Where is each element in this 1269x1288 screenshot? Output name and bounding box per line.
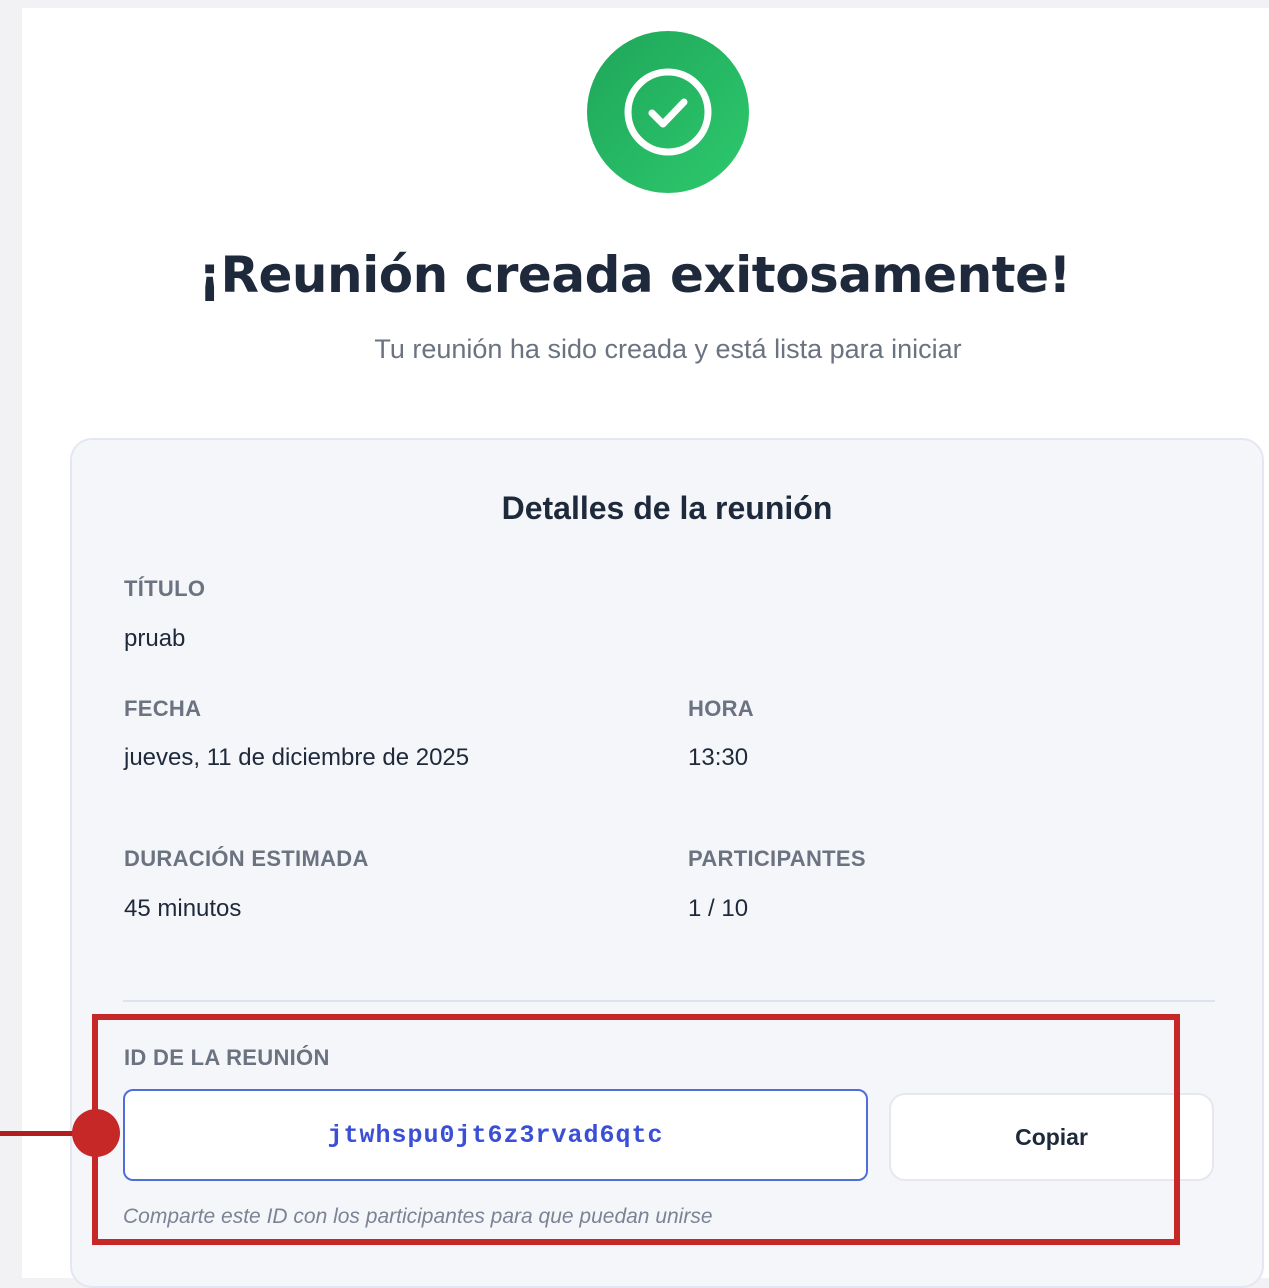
page-subtitle: Tu reunión ha sido creada y está lista p… [374, 334, 962, 364]
duration-value: 45 minutos [124, 895, 242, 922]
section-divider [123, 1000, 1215, 1002]
title-label: TÍTULO [124, 576, 206, 601]
success-badge [587, 31, 749, 193]
time-label: HORA [688, 696, 754, 721]
duration-label: DURACIÓN ESTIMADA [124, 846, 369, 871]
details-heading: Detalles de la reunión [501, 490, 833, 526]
participants-value: 1 / 10 [688, 895, 749, 922]
participants-label: PARTICIPANTES [688, 846, 866, 871]
page-title: ¡Reunión creada exitosamente! [198, 246, 1071, 304]
check-circle-icon [624, 68, 712, 156]
date-value: jueves, 11 de diciembre de 2025 [124, 744, 470, 771]
annotation-highlight-box [92, 1014, 1180, 1245]
annotation-marker-dot [72, 1109, 120, 1157]
time-value: 13:30 [688, 744, 749, 771]
date-label: FECHA [124, 696, 202, 721]
title-value: pruab [124, 625, 186, 652]
